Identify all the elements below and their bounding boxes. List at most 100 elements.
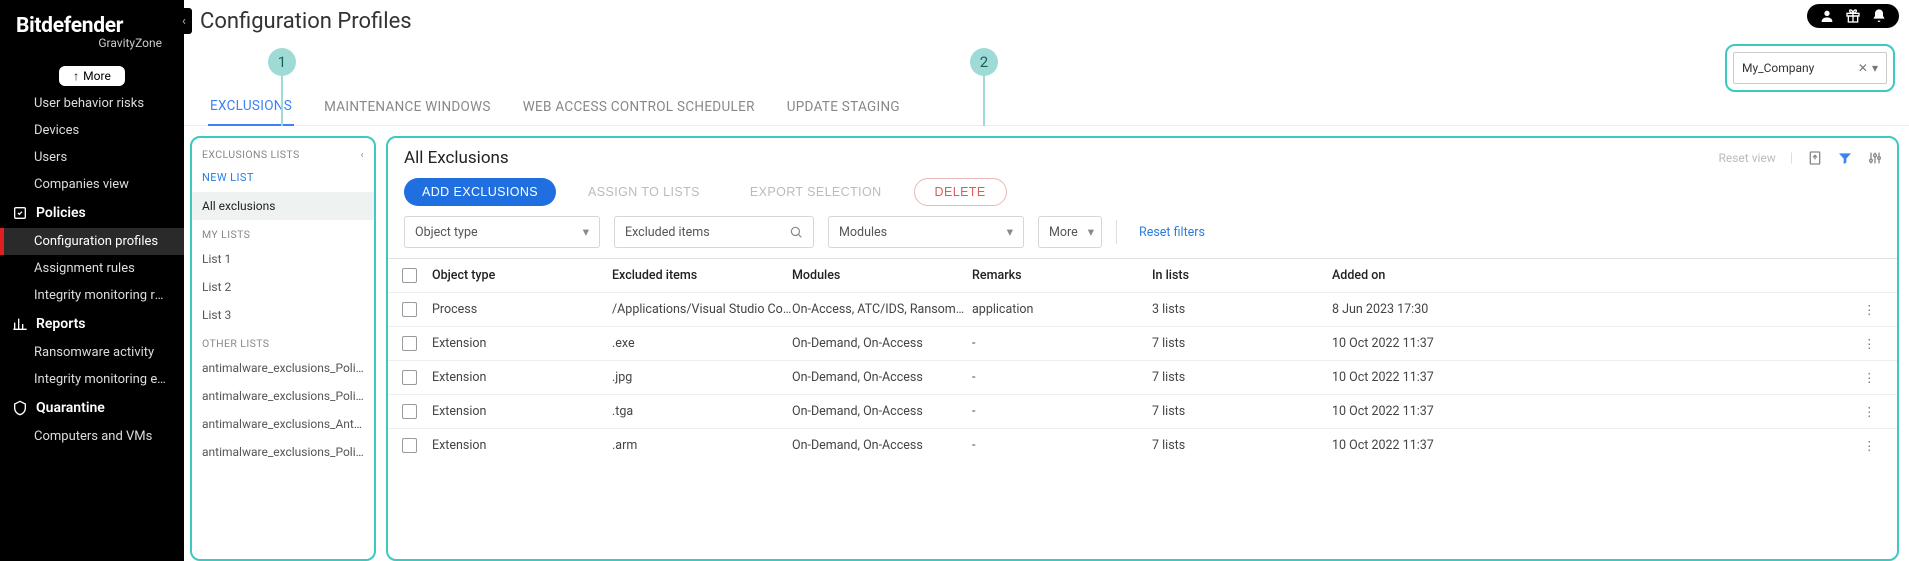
user-icon[interactable]	[1819, 8, 1835, 24]
policies-icon	[12, 205, 28, 221]
nav-ransomware[interactable]: Ransomware activity	[0, 339, 184, 366]
filter-modules[interactable]: Modules ▾	[828, 216, 1024, 248]
tabs: EXCLUSIONS MAINTENANCE WINDOWS WEB ACCES…	[184, 98, 1909, 126]
filter-more-label: More	[1049, 225, 1078, 240]
more-button[interactable]: ↑ More	[59, 66, 125, 86]
cell-object-type: Extension	[432, 336, 612, 351]
annotation-1-line	[281, 76, 283, 126]
nav-assignment-rules[interactable]: Assignment rules	[0, 255, 184, 282]
row-checkbox[interactable]	[402, 438, 417, 453]
nav-users[interactable]: Users	[0, 144, 184, 171]
cell-added-on: 10 Oct 2022 11:37	[1332, 336, 1863, 351]
exclusions-lists-panel: EXCLUSIONS LISTS ‹ NEW LIST All exclusio…	[190, 136, 376, 561]
select-all-checkbox[interactable]	[402, 268, 417, 283]
cell-remarks: -	[972, 336, 1152, 351]
add-exclusions-button[interactable]: ADD EXCLUSIONS	[404, 178, 556, 206]
settings-sliders-icon[interactable]	[1867, 150, 1883, 166]
collapse-lists-icon[interactable]: ‹	[360, 148, 364, 161]
lists-header-label: EXCLUSIONS LISTS	[202, 148, 300, 161]
nav-quarantine-label: Quarantine	[36, 400, 105, 416]
tab-update-staging[interactable]: UPDATE STAGING	[785, 99, 902, 125]
list-item[interactable]: antimalware_exclusions_Policy 4 ...	[192, 438, 374, 466]
bell-icon[interactable]	[1871, 8, 1887, 24]
table-row[interactable]: Extension .arm On-Demand, On-Access - 7 …	[388, 428, 1897, 462]
company-selector[interactable]: My_Company ✕ ▾	[1733, 52, 1887, 84]
brand-product: GravityZone	[16, 36, 168, 50]
nav-integrity-rules[interactable]: Integrity monitoring rules	[0, 282, 184, 309]
nav-companies[interactable]: Companies view	[0, 171, 184, 198]
row-menu-icon[interactable]: ⋮	[1863, 404, 1883, 420]
nav-integrity-events[interactable]: Integrity monitoring eve...	[0, 366, 184, 393]
annotation-2-line	[983, 76, 985, 126]
col-in-lists[interactable]: In lists	[1152, 268, 1332, 283]
list-item[interactable]: antimalware_exclusions_Policy 2	[192, 354, 374, 382]
row-checkbox[interactable]	[402, 370, 417, 385]
filter-object-type-label: Object type	[415, 225, 478, 240]
clear-company-icon[interactable]: ✕	[1858, 61, 1868, 75]
col-excluded-items[interactable]: Excluded items	[612, 268, 792, 283]
list-item[interactable]: List 3	[192, 301, 374, 329]
new-list-button[interactable]: NEW LIST	[192, 167, 374, 192]
cell-modules: On-Access, ATC/IDS, Ransomwa...	[792, 302, 972, 317]
delete-button[interactable]: DELETE	[914, 178, 1007, 206]
col-added-on[interactable]: Added on	[1332, 268, 1863, 283]
cell-in-lists: 7 lists	[1152, 438, 1332, 453]
table-row[interactable]: Extension .jpg On-Demand, On-Access - 7 …	[388, 360, 1897, 394]
col-object-type[interactable]: Object type	[432, 268, 612, 283]
row-menu-icon[interactable]: ⋮	[1863, 438, 1883, 454]
more-label: More	[83, 69, 111, 83]
page-title: Configuration Profiles	[200, 9, 412, 34]
sidebar-collapse[interactable]: ‹	[176, 8, 192, 34]
cell-excluded-items: .tga	[612, 404, 792, 419]
tab-maintenance[interactable]: MAINTENANCE WINDOWS	[322, 99, 493, 125]
row-checkbox[interactable]	[402, 302, 417, 317]
col-modules[interactable]: Modules	[792, 268, 972, 283]
filter-modules-label: Modules	[839, 225, 887, 240]
cell-excluded-items: .exe	[612, 336, 792, 351]
filter-excluded-items[interactable]: Excluded items	[614, 216, 814, 248]
list-item[interactable]: List 1	[192, 245, 374, 273]
gift-icon[interactable]	[1845, 8, 1861, 24]
cell-object-type: Extension	[432, 404, 612, 419]
nav-config-profiles[interactable]: Configuration profiles	[0, 228, 184, 255]
filter-icon[interactable]	[1837, 150, 1853, 166]
cell-remarks: -	[972, 370, 1152, 385]
table-header-row: Object type Excluded items Modules Remar…	[388, 258, 1897, 292]
row-checkbox[interactable]	[402, 404, 417, 419]
table-row[interactable]: Extension .tga On-Demand, On-Access - 7 …	[388, 394, 1897, 428]
row-checkbox[interactable]	[402, 336, 417, 351]
list-all-exclusions[interactable]: All exclusions	[192, 192, 374, 220]
brand-name: Bitdefender	[16, 14, 168, 38]
export-icon[interactable]	[1807, 150, 1823, 166]
table-row[interactable]: Extension .exe On-Demand, On-Access - 7 …	[388, 326, 1897, 360]
list-item[interactable]: List 2	[192, 273, 374, 301]
nav-user-behavior[interactable]: User behavior risks	[0, 90, 184, 117]
reset-filters[interactable]: Reset filters	[1139, 225, 1205, 240]
filter-more[interactable]: More ▾	[1038, 216, 1102, 248]
nav-group-quarantine[interactable]: Quarantine	[0, 393, 184, 423]
chevron-down-icon: ▾	[1088, 224, 1094, 240]
reset-view[interactable]: Reset view	[1718, 151, 1775, 165]
topbar: Configuration Profiles	[184, 0, 1909, 42]
row-menu-icon[interactable]: ⋮	[1863, 336, 1883, 352]
nav-group-policies[interactable]: Policies	[0, 198, 184, 228]
tab-web-access[interactable]: WEB ACCESS CONTROL SCHEDULER	[521, 99, 757, 125]
row-menu-icon[interactable]: ⋮	[1863, 370, 1883, 386]
cell-remarks: application	[972, 302, 1152, 317]
row-menu-icon[interactable]: ⋮	[1863, 302, 1883, 318]
filter-object-type[interactable]: Object type ▾	[404, 216, 600, 248]
chevron-down-icon[interactable]: ▾	[1872, 61, 1878, 75]
col-remarks[interactable]: Remarks	[972, 268, 1152, 283]
nav-devices[interactable]: Devices	[0, 117, 184, 144]
nav-computers-vms[interactable]: Computers and VMs	[0, 423, 184, 450]
nav-group-reports[interactable]: Reports	[0, 309, 184, 339]
table-row[interactable]: Process /Applications/Visual Studio Code…	[388, 292, 1897, 326]
assign-to-lists-button[interactable]: ASSIGN TO LISTS	[570, 178, 718, 206]
list-item[interactable]: antimalware_exclusions_Antimal...	[192, 410, 374, 438]
cell-remarks: -	[972, 438, 1152, 453]
export-selection-button[interactable]: EXPORT SELECTION	[732, 178, 900, 206]
cell-added-on: 10 Oct 2022 11:37	[1332, 438, 1863, 453]
filter-excluded-items-label: Excluded items	[625, 225, 710, 240]
exclusions-table-panel: All Exclusions Reset view | ADD EXCLUSIO…	[386, 136, 1899, 561]
list-item[interactable]: antimalware_exclusions_Policy 3	[192, 382, 374, 410]
